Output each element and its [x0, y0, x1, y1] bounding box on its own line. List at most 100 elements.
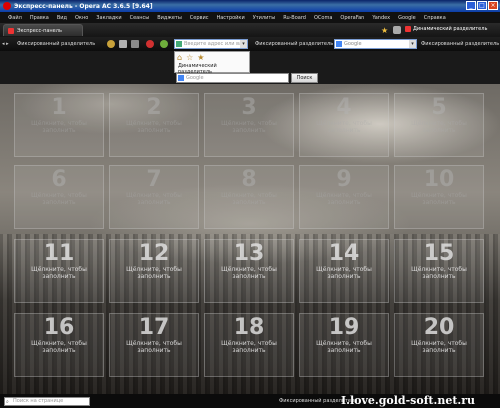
cell-hint: Щёлкните, чтобы заполнить: [126, 192, 182, 206]
menu-utilities[interactable]: Утилиты: [249, 15, 280, 21]
chevron-down-icon[interactable]: ▾: [409, 40, 416, 48]
cell-number: 3: [241, 95, 257, 120]
cell-hint: Щёлкните, чтобы заполнить: [411, 340, 467, 354]
fixed-separator-right: Фиксированный разделитель: [421, 41, 500, 47]
tab-label: Экспресс-панель: [17, 27, 62, 34]
maximize-button[interactable]: □: [477, 1, 487, 10]
cell-number: 10: [423, 167, 455, 192]
stop-icon[interactable]: [146, 40, 154, 48]
speed-dial-cell-11[interactable]: 11 Щёлкните, чтобы заполнить: [14, 239, 104, 303]
page-icon[interactable]: [119, 40, 127, 48]
cell-hint: Щёлкните, чтобы заполнить: [31, 340, 87, 354]
cell-hint: Щёлкните, чтобы заполнить: [221, 340, 277, 354]
speed-dial-cell-15[interactable]: 15 Щёлкните, чтобы заполнить: [394, 239, 484, 303]
opera-favicon-icon: [405, 26, 411, 32]
menu-widgets[interactable]: Виджеты: [153, 15, 186, 21]
search-engine-label: Google: [344, 41, 362, 47]
search-button[interactable]: Поиск: [291, 73, 318, 83]
menu-settings[interactable]: Настройки: [212, 15, 248, 21]
menu-tools[interactable]: Сервис: [186, 15, 213, 21]
menu-view[interactable]: Вид: [53, 15, 71, 21]
menu-window[interactable]: Окно: [71, 15, 92, 21]
folder-icon[interactable]: ★: [197, 53, 204, 62]
customize-dropdown: ⌂ ☆ ★ Динамический разделитель: [174, 51, 250, 75]
speed-dial-cell-14[interactable]: 14 Щёлкните, чтобы заполнить: [299, 239, 389, 303]
cell-hint: Щёлкните, чтобы заполнить: [316, 266, 372, 280]
back-icon[interactable]: [107, 40, 115, 48]
window-controls: _ □ ×: [466, 1, 498, 10]
nav-arrows-icon[interactable]: ◂ ▸: [2, 41, 9, 47]
cell-hint: Щёлкните, чтобы заполнить: [126, 120, 182, 134]
cell-number: 1: [51, 95, 67, 120]
address-field[interactable]: Введите адрес или ва ▾: [174, 39, 248, 49]
cell-hint: Щёлкните, чтобы заполнить: [316, 120, 372, 134]
tab-speed-dial[interactable]: Экспресс-панель: [3, 24, 83, 36]
find-in-page-input[interactable]: ⌕ Поиск на странице: [4, 397, 90, 406]
cell-number: 5: [431, 95, 447, 120]
speed-dial-cell-10[interactable]: 10 Щёлкните, чтобы заполнить: [394, 165, 484, 229]
cell-number: 11: [43, 241, 75, 266]
speed-dial-cell-2[interactable]: 2 Щёлкните, чтобы заполнить: [109, 93, 199, 157]
speed-dial-cell-7[interactable]: 7 Щёлкните, чтобы заполнить: [109, 165, 199, 229]
opera-favicon-icon: [8, 27, 14, 34]
close-button[interactable]: ×: [488, 1, 498, 10]
google-search-input[interactable]: Google: [176, 73, 289, 83]
cell-hint: Щёлкните, чтобы заполнить: [31, 192, 87, 206]
menu-bookmarks[interactable]: Закладки: [92, 15, 125, 21]
speed-dial-cell-4[interactable]: 4 Щёлкните, чтобы заполнить: [299, 93, 389, 157]
chevron-down-icon[interactable]: ▾: [240, 40, 247, 48]
speed-dial-cell-1[interactable]: 1 Щёлкните, чтобы заполнить: [14, 93, 104, 157]
cell-number: 13: [233, 241, 265, 266]
google-search-placeholder: Google: [186, 75, 204, 81]
status-bar: ⌕ Поиск на странице Фиксированный раздел…: [0, 394, 500, 408]
dropdown-icons-row: ⌂ ☆ ★: [175, 52, 249, 63]
menu-help[interactable]: Справка: [420, 15, 450, 21]
menu-file[interactable]: Файл: [4, 15, 26, 21]
cell-hint: Щёлкните, чтобы заполнить: [221, 266, 277, 280]
speed-dial-cell-12[interactable]: 12 Щёлкните, чтобы заполнить: [109, 239, 199, 303]
home-icon[interactable]: ⌂: [177, 53, 182, 62]
menu-edit[interactable]: Правка: [26, 15, 53, 21]
copy-icon[interactable]: [131, 40, 139, 48]
speed-dial-cell-13[interactable]: 13 Щёлкните, чтобы заполнить: [204, 239, 294, 303]
cell-hint: Щёлкните, чтобы заполнить: [411, 192, 467, 206]
menu-google[interactable]: Google: [394, 15, 420, 21]
speed-dial-cell-9[interactable]: 9 Щёлкните, чтобы заполнить: [299, 165, 389, 229]
speed-dial-cell-8[interactable]: 8 Щёлкните, чтобы заполнить: [204, 165, 294, 229]
speed-dial-cell-16[interactable]: 16 Щёлкните, чтобы заполнить: [14, 313, 104, 377]
cell-hint: Щёлкните, чтобы заполнить: [316, 340, 372, 354]
speed-dial-cell-18[interactable]: 18 Щёлкните, чтобы заполнить: [204, 313, 294, 377]
speed-dial-cell-17[interactable]: 17 Щёлкните, чтобы заполнить: [109, 313, 199, 377]
cell-hint: Щёлкните, чтобы заполнить: [221, 192, 277, 206]
favorites-icon[interactable]: ☆: [186, 53, 193, 62]
window-titlebar: Экспресс-панель - Opera AC 3.6.5 [9.64] …: [0, 0, 500, 12]
menu-ocoma[interactable]: OComa: [310, 15, 336, 21]
cell-number: 4: [336, 95, 352, 120]
reload-icon[interactable]: [160, 40, 168, 48]
speed-dial-cell-5[interactable]: 5 Щёлкните, чтобы заполнить: [394, 93, 484, 157]
speed-dial-cell-6[interactable]: 6 Щёлкните, чтобы заполнить: [14, 165, 104, 229]
menu-yandex[interactable]: Yandex: [368, 15, 394, 21]
speed-dial-cell-3[interactable]: 3 Щёлкните, чтобы заполнить: [204, 93, 294, 157]
menu-bar: Файл Правка Вид Окно Закладки Сеансы Вид…: [0, 12, 500, 23]
cell-number: 9: [336, 167, 352, 192]
cell-hint: Щёлкните, чтобы заполнить: [31, 120, 87, 134]
menu-sessions[interactable]: Сеансы: [126, 15, 154, 21]
cell-hint: Щёлкните, чтобы заполнить: [126, 266, 182, 280]
menu-ruboard[interactable]: Ru-Board: [279, 15, 310, 21]
speed-dial-cell-19[interactable]: 19 Щёлкните, чтобы заполнить: [299, 313, 389, 377]
minimize-button[interactable]: _: [466, 1, 476, 10]
panel-toggle-icon[interactable]: [393, 26, 401, 34]
site-icon: [176, 41, 182, 47]
cell-number: 6: [51, 167, 67, 192]
fixed-separator-mid: Фиксированный разделитель: [255, 41, 334, 47]
menu-operafan[interactable]: OperaFan: [336, 15, 368, 21]
watermark: I.love.gold-soft.net.ru: [341, 394, 476, 407]
speed-dial-cell-20[interactable]: 20 Щёлкните, чтобы заполнить: [394, 313, 484, 377]
dynamic-separator-label: Динамический разделитель: [413, 26, 488, 32]
search-field[interactable]: Google ▾: [334, 39, 417, 49]
star-icon[interactable]: ★: [381, 26, 388, 35]
opera-logo-icon: [3, 2, 11, 10]
navigation-toolbar: ◂ ▸ Фиксированный разделитель Введите ад…: [0, 37, 500, 51]
cell-number: 7: [146, 167, 162, 192]
